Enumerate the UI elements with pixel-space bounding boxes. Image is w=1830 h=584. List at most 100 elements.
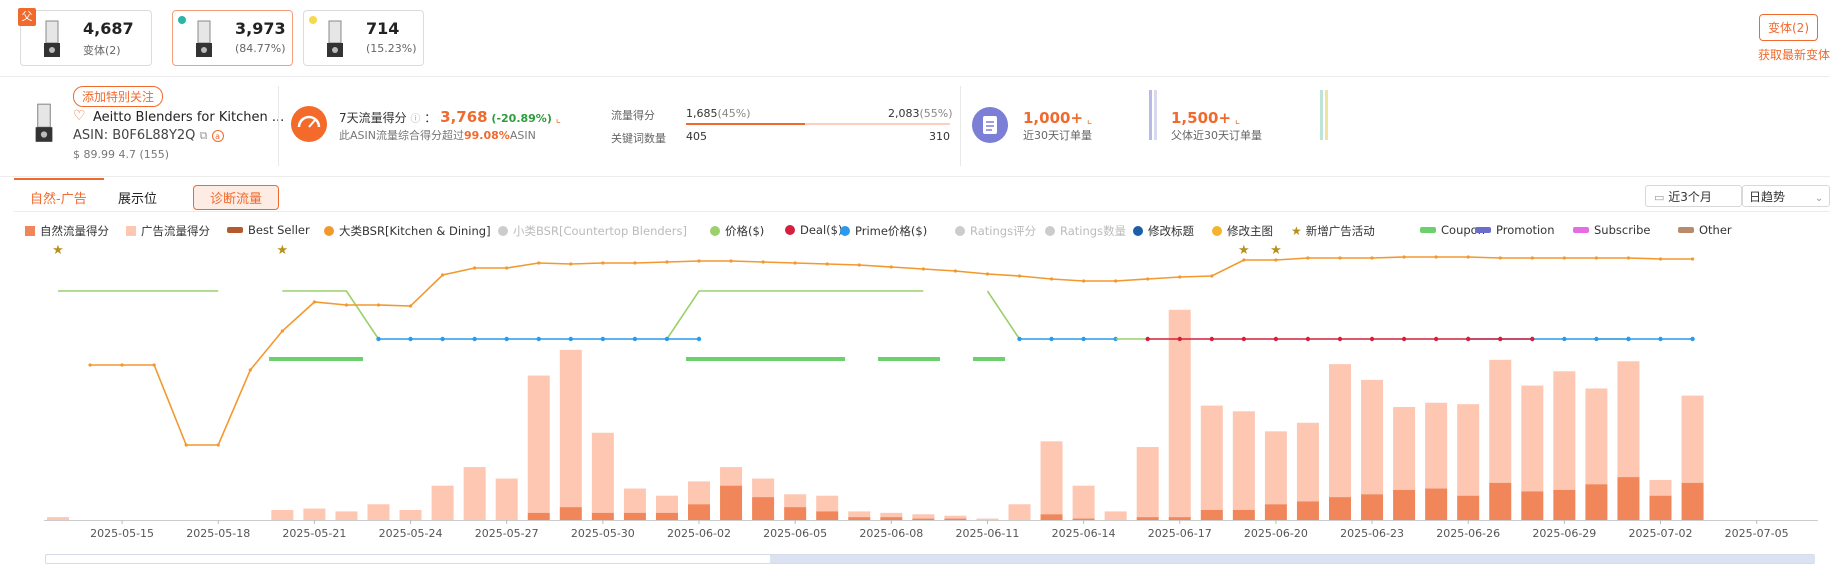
prime-price-line-point [1081,336,1086,342]
prime-price-line-point [632,336,638,342]
follow-button[interactable]: 添加特别关注 [73,86,164,107]
bsr-line-point [1114,279,1118,283]
bsr-line-point [376,303,381,307]
variant-bar-icon [1149,90,1157,140]
legend-swatch [955,226,965,236]
legend-item[interactable]: 广告流量得分 [126,223,210,239]
copy-icon[interactable]: ⧉ [200,129,208,142]
legend-item[interactable]: 修改标题 [1133,223,1194,239]
deal-line-point [1466,336,1471,342]
variant-button[interactable]: 变体(2) [1759,14,1818,41]
legend-item[interactable]: Ratings评分 [955,223,1036,239]
bsr-line-point [601,261,605,265]
organic-traffic-bar [1200,509,1223,520]
bsr-line-point [120,363,124,367]
legend-item[interactable]: 小类BSR[Countertop Blenders] [498,223,687,239]
zoom-selection[interactable] [770,555,1815,563]
legend-item[interactable]: 自然流量得分 [25,223,109,239]
bsr-line-point [793,261,797,265]
legend-item[interactable]: Subscribe [1573,223,1651,237]
bsr-line-point [953,269,958,273]
variant-card-parent[interactable]: 4,687 变体(2) [20,10,152,66]
prime-price-line-point [1562,336,1567,342]
prime-price-line-point [472,336,477,342]
date-range-select[interactable]: ▭ 近3个月 [1645,185,1742,207]
ad-traffic-bar [1361,379,1384,495]
divider [278,86,279,166]
deal-line-point [1177,336,1182,342]
bsr-line-point [184,443,188,447]
legend-item[interactable]: 大类BSR[Kitchen & Dining] [324,223,491,239]
organic-traffic-bar [655,512,678,520]
trend-select[interactable]: 日趋势 ⌄ [1742,185,1830,207]
asin-row: ASIN: B0F6L88Y2Q ⧉ a [73,128,224,143]
x-tick-label: 2025-07-05 [1724,527,1789,540]
prime-price-line-point [1594,336,1599,342]
bsr-line-point [312,300,316,304]
bsr-line-point [1658,257,1663,261]
legend-item[interactable]: 修改主图 [1212,223,1273,239]
price-line [282,290,380,340]
legend-item[interactable]: ★ 新增广告活动 [1291,223,1375,239]
asin-value[interactable]: B0F6L88Y2Q [112,128,195,143]
organic-traffic-bar [559,507,582,520]
ad-traffic-bar [367,504,390,520]
bsr-line [90,256,1693,446]
ad-traffic-bar [1521,385,1544,492]
traffic-label: 7天流量得分 [339,111,407,125]
deal-line-point [1305,336,1311,342]
ad-traffic-bar [1393,407,1416,490]
ad-traffic-bar [1617,361,1640,478]
chart-zoom-scrollbar[interactable] [45,554,1815,564]
bsr-line-point [889,265,893,269]
coupon-bar [269,357,363,361]
flow-label: 流量得分 [611,109,655,122]
legend-item[interactable]: Deal($) [785,223,842,237]
legend-item[interactable]: 价格($) [710,223,764,239]
legend-item[interactable]: Other [1678,223,1732,237]
traffic-change: (-20.89%) [491,112,552,125]
tab-organic-ad[interactable]: 自然-广告 [30,188,87,207]
legend-label: 新增广告活动 [1305,224,1375,238]
legend-item[interactable]: Prime价格($) [840,223,927,239]
product-thumbnail [196,20,212,57]
legend-swatch [227,227,243,233]
diagnose-traffic-button[interactable]: 诊断流量 [193,185,280,210]
price-line [986,290,1021,340]
coupon-bar [878,357,940,361]
orders-label: 近30天订单量 [1023,129,1092,142]
bsr-line-point [633,261,637,265]
tab-display[interactable]: 展示位 [118,188,157,207]
coupon-bar [973,357,1005,361]
organic-traffic-bar [1232,509,1255,520]
legend-item[interactable]: Ratings数量 [1045,223,1126,239]
legend-label: 修改主图 [1227,224,1273,238]
help-icon[interactable]: ⓘ [410,114,420,125]
bsr-line-point [1434,255,1438,259]
bsr-line-point [697,259,701,263]
flow-bar-organic [686,123,805,125]
variant-card-1[interactable]: 3,973 (84.77%) [172,10,293,66]
organic-traffic-bar [1168,517,1191,520]
legend-item[interactable]: Best Seller [227,223,310,237]
x-tick-label: 2025-06-05 [763,527,828,540]
bsr-line-point [569,262,573,266]
get-latest-variant-link[interactable]: 获取最新变体 [1758,46,1830,63]
deal-line-point [1369,336,1375,342]
heart-icon[interactable]: ♡ [73,108,86,124]
bsr-line-point [441,273,445,277]
variant-card-2[interactable]: 714 (15.23%) [303,10,424,66]
product-title[interactable]: Aeitto Blenders for Kitchen ... [93,110,284,125]
x-tick-label: 2025-06-02 [667,527,731,540]
trend-chart-icon[interactable]: ⌞ [556,112,561,125]
x-tick-label: 2025-06-14 [1051,527,1116,540]
parent-orders-label: 父体近30天订单量 [1171,129,1262,142]
prime-price-line-point [440,336,445,342]
legend-swatch [126,226,136,236]
ad-traffic-bar [976,518,999,520]
legend-item[interactable]: Promotion [1475,223,1555,237]
variant-color-dot [178,16,186,24]
prime-price-line-point [1626,336,1631,342]
prime-price-line-point [504,336,509,342]
amazon-icon[interactable]: a [211,130,224,142]
